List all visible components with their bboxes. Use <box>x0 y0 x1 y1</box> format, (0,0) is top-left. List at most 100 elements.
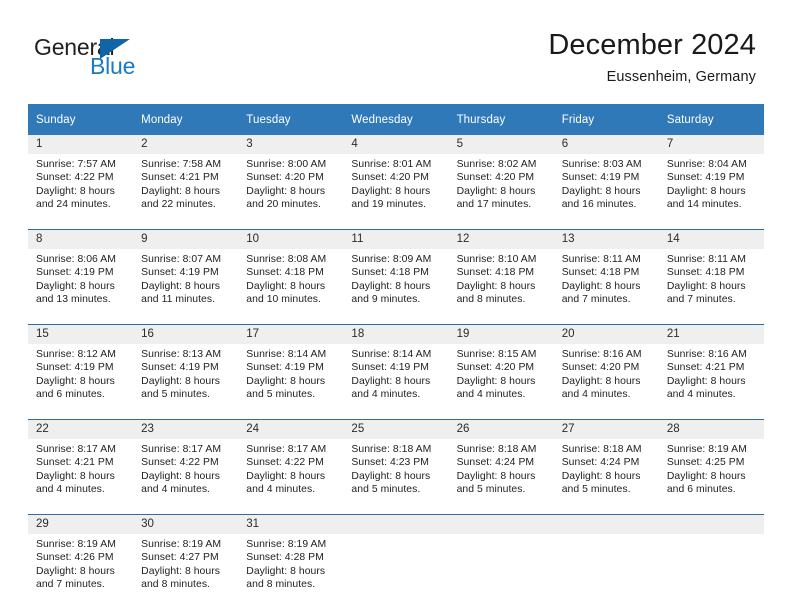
calendar-page: General Blue December 2024 Eussenheim, G… <box>0 0 792 612</box>
sunrise-text: Sunrise: 8:19 AM <box>36 539 116 550</box>
day-number-cell[interactable]: 26 <box>448 419 554 439</box>
sunrise-text: Sunrise: 8:11 AM <box>666 254 746 265</box>
week-daynumbers-row: 22 23 24 25 26 27 28 <box>28 419 764 439</box>
day-detail: Sunrise: 8:01 AM Sunset: 4:20 PM Dayligh… <box>351 158 448 211</box>
day-number-cell-empty <box>553 514 659 534</box>
sunset-text: Sunset: 4:25 PM <box>666 457 745 469</box>
day-number-cell[interactable]: 4 <box>343 135 449 154</box>
sunrise-text: Sunrise: 8:06 AM <box>36 254 116 265</box>
day-detail: Sunrise: 8:04 AM Sunset: 4:19 PM Dayligh… <box>667 158 764 211</box>
day-number-cell[interactable]: 31 <box>238 514 344 534</box>
weekday-header-tuesday: Tuesday <box>238 104 344 135</box>
week-details-row: Sunrise: 7:57 AM Sunset: 4:22 PM Dayligh… <box>28 154 764 230</box>
daylight-text-line1: Daylight: 8 hours <box>666 470 746 482</box>
day-number-cell[interactable]: 1 <box>28 135 134 154</box>
day-number-cell[interactable]: 25 <box>343 419 449 439</box>
day-number-cell[interactable]: 7 <box>658 135 764 154</box>
day-detail-cell: Sunrise: 8:16 AM Sunset: 4:20 PM Dayligh… <box>553 344 659 420</box>
day-detail-cell: Sunrise: 8:12 AM Sunset: 4:19 PM Dayligh… <box>28 344 134 420</box>
day-detail: Sunrise: 8:00 AM Sunset: 4:20 PM Dayligh… <box>246 158 343 211</box>
day-number-cell[interactable]: 21 <box>658 324 764 344</box>
day-detail-cell: Sunrise: 8:18 AM Sunset: 4:24 PM Dayligh… <box>448 439 554 515</box>
daylight-text-line2: and 17 minutes. <box>456 198 532 210</box>
day-number-cell[interactable]: 24 <box>238 419 344 439</box>
day-detail-cell: Sunrise: 8:19 AM Sunset: 4:26 PM Dayligh… <box>28 534 134 609</box>
week-daynumbers-row: 29 30 31 <box>28 514 764 534</box>
day-detail-cell: Sunrise: 8:03 AM Sunset: 4:19 PM Dayligh… <box>553 154 659 230</box>
sunrise-text: Sunrise: 8:14 AM <box>351 349 432 360</box>
day-detail-cell: Sunrise: 7:57 AM Sunset: 4:22 PM Dayligh… <box>28 154 134 230</box>
daylight-text-line1: Daylight: 8 hours <box>456 375 536 387</box>
daylight-text-line1: Daylight: 8 hours <box>561 280 641 292</box>
day-number-cell[interactable]: 6 <box>553 135 659 154</box>
daylight-text-line1: Daylight: 8 hours <box>36 470 115 482</box>
day-number-cell[interactable]: 5 <box>448 135 554 154</box>
sunrise-text: Sunrise: 8:18 AM <box>351 444 432 455</box>
day-number-cell[interactable]: 11 <box>343 229 449 249</box>
day-number-cell[interactable]: 13 <box>553 229 659 249</box>
sunrise-text: Sunrise: 8:09 AM <box>351 254 432 265</box>
day-number-cell[interactable]: 12 <box>448 229 554 249</box>
day-detail: Sunrise: 8:11 AM Sunset: 4:18 PM Dayligh… <box>562 253 659 306</box>
day-number-cell[interactable]: 2 <box>133 135 239 154</box>
sunrise-text: Sunrise: 8:18 AM <box>456 444 537 455</box>
sunset-text: Sunset: 4:20 PM <box>561 362 640 374</box>
day-number-cell[interactable]: 14 <box>658 229 764 249</box>
location-subtitle: Eussenheim, Germany <box>606 69 756 86</box>
sunset-text: Sunset: 4:19 PM <box>36 267 114 279</box>
day-number-cell[interactable]: 20 <box>553 324 659 344</box>
sunset-text: Sunset: 4:20 PM <box>351 172 429 184</box>
day-detail-cell: Sunrise: 8:11 AM Sunset: 4:18 PM Dayligh… <box>553 249 659 325</box>
sunset-text: Sunset: 4:19 PM <box>561 172 640 184</box>
daylight-text-line2: and 19 minutes. <box>351 198 427 210</box>
weekday-header-friday: Friday <box>553 104 659 135</box>
day-number-cell[interactable]: 19 <box>448 324 554 344</box>
day-detail: Sunrise: 8:15 AM Sunset: 4:20 PM Dayligh… <box>457 348 554 401</box>
day-detail-cell: Sunrise: 8:06 AM Sunset: 4:19 PM Dayligh… <box>28 249 134 325</box>
daylight-text-line1: Daylight: 8 hours <box>141 280 220 292</box>
sunset-text: Sunset: 4:21 PM <box>36 457 114 469</box>
day-detail-cell: Sunrise: 8:18 AM Sunset: 4:23 PM Dayligh… <box>343 439 449 515</box>
day-detail-cell-empty <box>343 534 449 609</box>
sunrise-text: Sunrise: 8:19 AM <box>666 444 747 455</box>
day-detail-cell: Sunrise: 8:19 AM Sunset: 4:28 PM Dayligh… <box>238 534 344 609</box>
day-number-cell[interactable]: 30 <box>133 514 239 534</box>
day-number-cell[interactable]: 8 <box>28 229 134 249</box>
daylight-text-line2: and 8 minutes. <box>456 293 526 305</box>
sunset-text: Sunset: 4:20 PM <box>246 172 324 184</box>
sunrise-text: Sunrise: 8:00 AM <box>246 159 327 170</box>
daylight-text-line2: and 6 minutes. <box>36 388 105 400</box>
day-number-cell[interactable]: 15 <box>28 324 134 344</box>
day-detail: Sunrise: 8:19 AM Sunset: 4:25 PM Dayligh… <box>667 443 764 496</box>
sunset-text: Sunset: 4:20 PM <box>456 172 535 184</box>
weekday-header-saturday: Saturday <box>658 104 764 135</box>
daylight-text-line2: and 11 minutes. <box>141 293 216 305</box>
daylight-text-line2: and 4 minutes. <box>351 388 421 400</box>
daylight-text-line2: and 22 minutes. <box>141 198 216 210</box>
weekday-header-row: Sunday Monday Tuesday Wednesday Thursday… <box>28 104 764 135</box>
day-number-cell[interactable]: 28 <box>658 419 764 439</box>
sunset-text: Sunset: 4:18 PM <box>351 267 429 279</box>
sunset-text: Sunset: 4:20 PM <box>456 362 535 374</box>
sunrise-text: Sunrise: 8:18 AM <box>561 444 642 455</box>
day-detail: Sunrise: 8:12 AM Sunset: 4:19 PM Dayligh… <box>36 348 133 401</box>
day-number-cell[interactable]: 22 <box>28 419 134 439</box>
sunrise-text: Sunrise: 8:14 AM <box>246 349 327 360</box>
day-number-cell[interactable]: 27 <box>553 419 659 439</box>
daylight-text-line1: Daylight: 8 hours <box>456 470 536 482</box>
day-number-cell[interactable]: 16 <box>133 324 239 344</box>
general-blue-logo[interactable]: General Blue <box>34 36 264 88</box>
day-number-cell[interactable]: 9 <box>133 229 239 249</box>
day-detail: Sunrise: 8:07 AM Sunset: 4:19 PM Dayligh… <box>141 253 238 306</box>
day-number-cell[interactable]: 18 <box>343 324 449 344</box>
day-number-cell[interactable]: 17 <box>238 324 344 344</box>
daylight-text-line1: Daylight: 8 hours <box>36 185 115 197</box>
daylight-text-line2: and 7 minutes. <box>561 293 631 305</box>
day-number-cell[interactable]: 23 <box>133 419 239 439</box>
day-number-cell[interactable]: 10 <box>238 229 344 249</box>
day-detail-cell: Sunrise: 8:13 AM Sunset: 4:19 PM Dayligh… <box>133 344 239 420</box>
day-number-cell[interactable]: 29 <box>28 514 134 534</box>
day-number-cell[interactable]: 3 <box>238 135 344 154</box>
daylight-text-line2: and 9 minutes. <box>351 293 421 305</box>
weekday-header-monday: Monday <box>133 104 239 135</box>
